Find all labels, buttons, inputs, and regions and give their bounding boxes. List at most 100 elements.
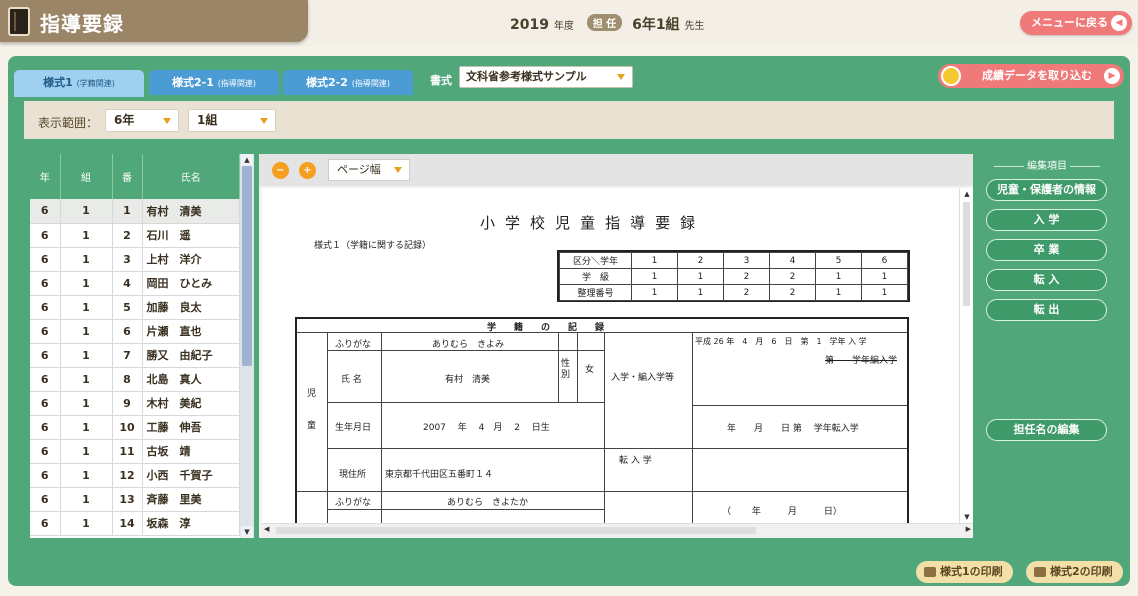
edit-admission-button[interactable]: 入 学: [986, 209, 1107, 231]
doc-title-char: 学: [505, 214, 531, 232]
scroll-down-icon[interactable]: ▼: [961, 511, 973, 523]
format-label: 書式: [430, 74, 452, 87]
furigana-value: ありむら きよみ: [432, 340, 505, 350]
admission-strike: 第 学年編入学: [825, 356, 898, 366]
grade-table-cell: 1: [815, 268, 862, 285]
cell-name: 上村 洋介: [142, 247, 240, 272]
table-row[interactable]: 6 1 5 加藤 良太: [30, 295, 240, 320]
birth-label: 生年月日: [335, 423, 372, 433]
document-vscroll[interactable]: ▲ ▼: [959, 188, 973, 523]
back-to-menu-button[interactable]: メニューに戻る ◀: [1020, 11, 1132, 35]
cell-name: 片瀬 直也: [142, 319, 240, 344]
edit-graduation-button[interactable]: 卒 業: [986, 239, 1107, 261]
year-unit: 年度: [553, 21, 574, 32]
cell-class: 1: [60, 199, 113, 224]
arrow-left-icon: ◀: [1111, 15, 1127, 31]
tab-form2-2[interactable]: 様式2-2 (指導関連): [283, 70, 413, 95]
scroll-left-icon[interactable]: ◀: [264, 525, 269, 533]
doc-title: 小学校児童指導要録: [480, 212, 705, 233]
jido-label-2: 童: [307, 421, 317, 431]
scroll-down-icon[interactable]: ▼: [241, 526, 253, 538]
import-grades-button[interactable]: 成績データを取り込む ▶: [938, 64, 1124, 88]
book-icon: [8, 7, 30, 36]
cell-class: 1: [60, 247, 113, 272]
student-list-scrollbar[interactable]: ▲ ▼: [240, 154, 254, 538]
table-row[interactable]: 6 1 14 坂森 淳: [30, 511, 240, 536]
cell-grade: 6: [30, 415, 61, 440]
scroll-thumb[interactable]: [276, 527, 756, 534]
printer-icon: [1034, 567, 1046, 577]
edit-teacher-name-button[interactable]: 担任名の編集: [986, 419, 1107, 441]
edit-items-text: 編集項目: [1027, 161, 1067, 172]
format-select[interactable]: 文科省参考様式サンプル: [459, 66, 633, 88]
scroll-up-icon[interactable]: ▲: [961, 188, 973, 200]
scroll-thumb[interactable]: [963, 202, 970, 306]
cell-name: 坂森 淳: [142, 511, 240, 536]
dropdown-arrow-icon: [394, 167, 402, 173]
tab-form1[interactable]: 様式1 (学籍関連): [14, 70, 144, 97]
cell-grade: 6: [30, 199, 61, 224]
guardian-furigana-value: ありむら きよたか: [447, 498, 529, 508]
cell-number: 4: [112, 271, 143, 296]
tab-form2-1[interactable]: 様式2-1 (指導関連): [149, 70, 279, 95]
sensei-label: 先生: [684, 21, 705, 32]
grade-select[interactable]: 6年: [105, 109, 179, 132]
doc-title-char: 童: [580, 214, 606, 232]
scroll-up-icon[interactable]: ▲: [241, 154, 253, 166]
import-grades-label: 成績データを取り込む: [982, 69, 1092, 82]
table-row[interactable]: 6 1 1 有村 清美: [30, 199, 240, 224]
record-title: 学 籍 の 記 録: [487, 323, 605, 333]
cell-number: 9: [112, 391, 143, 416]
table-row[interactable]: 6 1 13 斉藤 里美: [30, 487, 240, 512]
guardian-furigana-label: ふりがな: [335, 498, 372, 508]
table-row[interactable]: 6 1 4 岡田 ひとみ: [30, 271, 240, 296]
grade-table-cell: 学 級: [559, 268, 632, 285]
cell-number: 14: [112, 511, 143, 536]
cell-class: 1: [60, 367, 113, 392]
table-row[interactable]: 6 1 12 小西 千賀子: [30, 463, 240, 488]
print-form1-label: 様式1の印刷: [940, 565, 1003, 578]
cell-grade: 6: [30, 367, 61, 392]
table-row[interactable]: 6 1 2 石川 遥: [30, 223, 240, 248]
cell-number: 1: [112, 199, 143, 224]
cell-name: 木村 美紀: [142, 391, 240, 416]
cell-grade: 6: [30, 439, 61, 464]
zoom-out-icon[interactable]: −: [272, 162, 289, 179]
cell-class: 1: [60, 319, 113, 344]
cell-number: 10: [112, 415, 143, 440]
table-row[interactable]: 6 1 6 片瀬 直也: [30, 319, 240, 344]
grade-table-header-cell: 5: [815, 252, 862, 269]
cell-name: 斉藤 里美: [142, 487, 240, 512]
name-label: 氏 名: [341, 375, 362, 385]
table-row[interactable]: 6 1 8 北島 真人: [30, 367, 240, 392]
table-row[interactable]: 6 1 11 古坂 靖: [30, 439, 240, 464]
class-select[interactable]: 1組: [188, 109, 276, 132]
grade-table-cell: 2: [769, 284, 816, 301]
edit-transfer-out-button[interactable]: 転 出: [986, 299, 1107, 321]
cell-number: 8: [112, 367, 143, 392]
print-form2-label: 様式2の印刷: [1050, 565, 1113, 578]
edit-student-guardian-button[interactable]: 児童・保護者の情報: [986, 179, 1107, 201]
grade-table-cell: 1: [677, 284, 724, 301]
print-form1-button[interactable]: 様式1の印刷: [916, 561, 1013, 583]
col-header-name: 氏名: [142, 154, 240, 199]
scroll-right-icon[interactable]: ▶: [966, 525, 971, 533]
doc-title-char: 指: [605, 214, 631, 232]
grade-table-cell: 1: [815, 284, 862, 301]
table-row[interactable]: 6 1 10 工藤 伸吾: [30, 415, 240, 440]
cell-name: 古坂 靖: [142, 439, 240, 464]
registry-record: 学 籍 の 記 録 児 童 ふりがな ありむら きよみ 氏 名 有村 清美 性別…: [295, 317, 909, 523]
grade-table-cell: 整理番号: [559, 284, 632, 301]
cell-number: 12: [112, 463, 143, 488]
edit-items-label: ――― 編集項目 ―――: [993, 161, 1101, 172]
document-hscroll[interactable]: ◀ ▶: [262, 523, 973, 537]
print-form2-button[interactable]: 様式2の印刷: [1026, 561, 1123, 583]
table-row[interactable]: 6 1 3 上村 洋介: [30, 247, 240, 272]
page-fit-select[interactable]: ページ幅: [328, 159, 410, 181]
edit-transfer-in-button[interactable]: 転 入: [986, 269, 1107, 291]
table-row[interactable]: 6 1 9 木村 美紀: [30, 391, 240, 416]
scroll-thumb[interactable]: [242, 166, 252, 366]
table-row[interactable]: 6 1 7 勝又 由紀子: [30, 343, 240, 368]
doc-title-char: 要: [655, 214, 681, 232]
zoom-in-icon[interactable]: +: [299, 162, 316, 179]
